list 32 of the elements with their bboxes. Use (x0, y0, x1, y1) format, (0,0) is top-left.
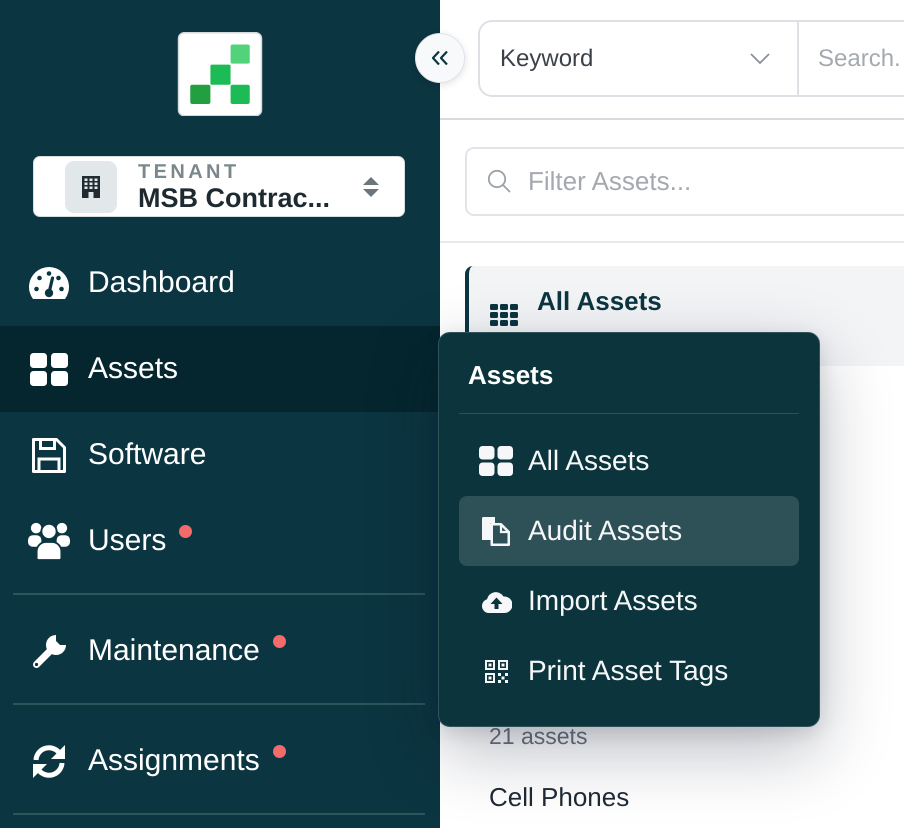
category-item[interactable]: 21 assets (465, 725, 588, 747)
nav-item[interactable]: Dashboard (0, 240, 440, 326)
menu-item[interactable]: All Assets (459, 426, 799, 496)
grid-icon (490, 304, 518, 326)
wrench-icon (31, 632, 67, 670)
search-icon (487, 169, 511, 193)
tenant-selector[interactable]: TENANT MSB Contrac... (33, 156, 405, 217)
chevron-down-icon (750, 53, 770, 64)
nav-item[interactable]: Maintenance (0, 608, 440, 694)
nav-item[interactable]: Software (0, 412, 440, 498)
category-item[interactable]: Cell Phones (465, 782, 630, 812)
sync-icon (31, 742, 67, 780)
nav-item[interactable]: Assignments (0, 718, 440, 804)
menu-item[interactable]: Import Assets (459, 566, 799, 636)
menu-item[interactable]: Audit Assets (459, 496, 799, 566)
users-icon (28, 521, 70, 561)
qr-code-icon (484, 660, 508, 682)
copy-icon (482, 516, 510, 546)
nav-item[interactable]: Assets (0, 326, 440, 412)
up-down-caret-icon (363, 176, 379, 197)
grid-icon (479, 446, 513, 476)
logo-icon (176, 32, 264, 116)
building-icon (65, 160, 117, 213)
gauge-icon (29, 267, 69, 299)
cloud-upload-icon (480, 590, 512, 612)
filter-field[interactable]: Filter Assets... (465, 147, 904, 216)
double-chevron-left-icon (431, 50, 449, 66)
keyword-dropdown[interactable]: Keyword (480, 22, 799, 95)
search-field[interactable]: Search. (799, 22, 904, 95)
nav-item[interactable]: Users (0, 498, 440, 584)
menu-item[interactable]: Print Asset Tags (459, 636, 799, 706)
grid-icon (30, 352, 68, 386)
